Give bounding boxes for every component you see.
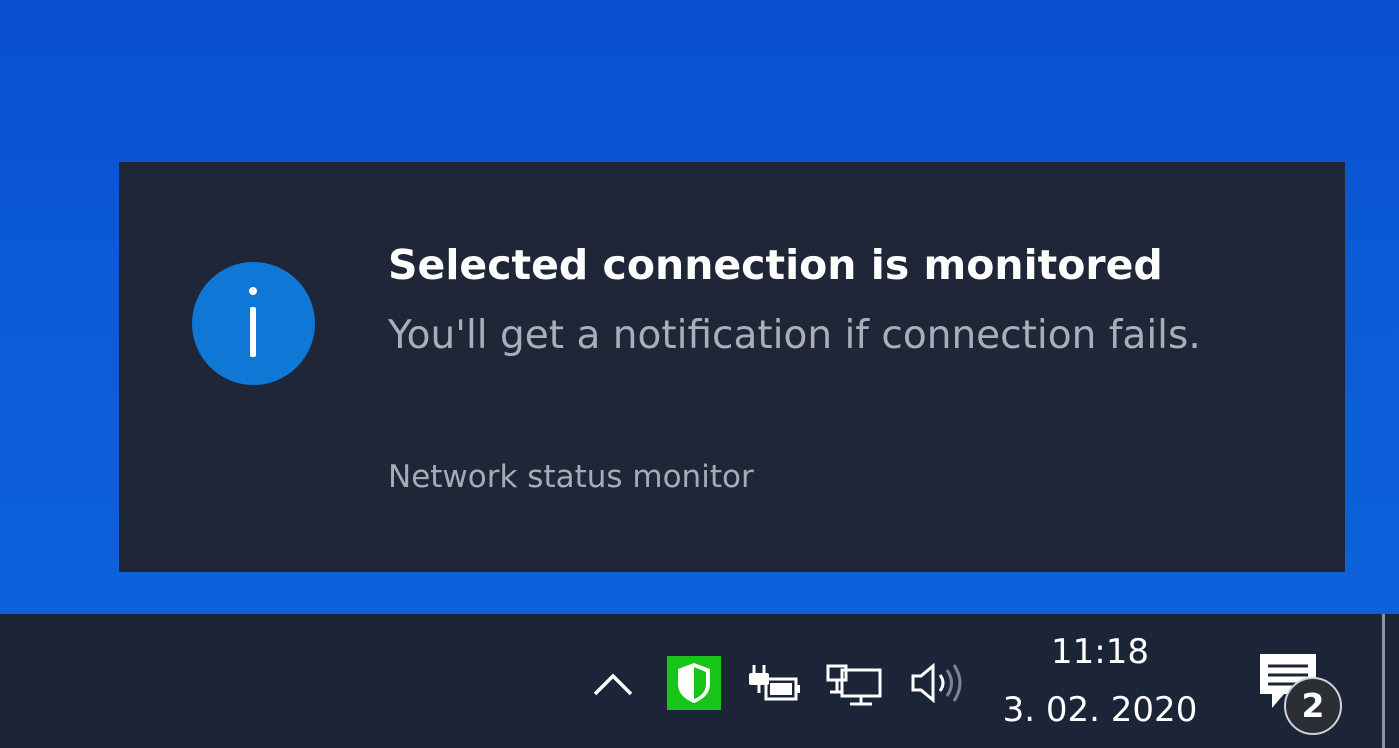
info-icon-stem [250,307,256,357]
security-tray-button[interactable] [666,648,722,718]
speaker-icon [911,662,962,704]
toast-source-app: Network status monitor [388,459,754,495]
info-icon [192,262,315,385]
taskbar-clock[interactable]: 11:18 3. 02. 2020 [995,624,1205,742]
chevron-up-icon [593,673,633,696]
network-tray-button[interactable] [822,648,888,718]
volume-tray-button[interactable] [905,648,969,718]
toast-title: Selected connection is monitored [388,241,1163,289]
clock-date: 3. 02. 2020 [1002,690,1198,730]
battery-plug-icon [749,665,800,701]
notification-count-badge: 2 [1284,677,1342,735]
show-desktop-divider[interactable] [1382,614,1385,748]
shield-icon [678,663,710,703]
power-tray-button[interactable] [742,648,806,718]
clock-time: 11:18 [1051,632,1149,672]
network-monitor-icon [826,664,882,706]
shield-icon-background [667,656,721,710]
info-icon-dot [249,287,257,295]
show-hidden-icons-button[interactable] [588,648,638,718]
toast-body: You'll get a notification if connection … [388,313,1201,358]
